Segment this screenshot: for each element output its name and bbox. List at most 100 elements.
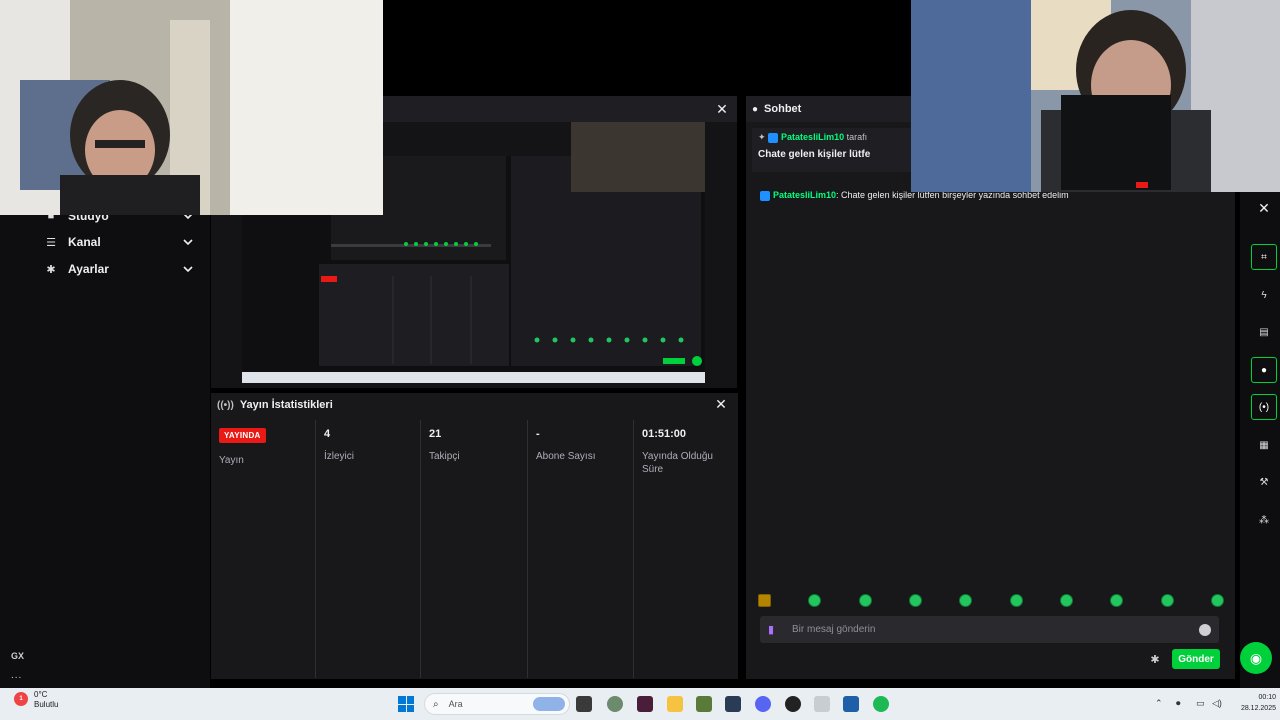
app-icon[interactable]	[843, 696, 859, 712]
app-icon[interactable]	[637, 696, 653, 712]
stats-toggle-icon[interactable]: (•)	[1251, 394, 1277, 420]
search-placeholder: Ara	[448, 699, 463, 709]
search-highlight-icon	[533, 697, 565, 711]
broadcast-icon: ((•))	[217, 399, 234, 411]
chat-message-input[interactable]: ▮ Bir mesaj gönderin	[760, 616, 1219, 643]
emote-icon[interactable]	[858, 593, 872, 607]
pinned-user[interactable]: PatatesliLim10	[781, 132, 844, 142]
stat-value: 4	[324, 428, 331, 440]
stat-subscribers: - Abone Sayısı	[528, 420, 634, 678]
emote-icon[interactable]	[1110, 593, 1124, 607]
weather-desc: Bulutlu	[34, 700, 59, 709]
sidebar-item-channel[interactable]: ☰ Kanal	[44, 231, 194, 253]
list-icon: ☰	[46, 236, 56, 249]
clock-time: 00:10	[1258, 694, 1276, 701]
emote-icon[interactable]	[1160, 593, 1174, 607]
emote-icon[interactable]	[1210, 593, 1224, 607]
chat-settings-icon[interactable]: ✱	[1149, 654, 1161, 666]
stat-value: 21	[429, 428, 442, 440]
webcam-image	[911, 0, 1280, 192]
pinned-text: Chate gelen kişiler lütfe	[758, 149, 871, 160]
microphone-icon[interactable]: ▮	[768, 623, 778, 636]
emote-icon[interactable]	[1059, 593, 1073, 607]
volume-icon[interactable]: ◁)	[1212, 698, 1222, 709]
spotify-icon[interactable]	[873, 696, 889, 712]
weather-temp: 0°C	[34, 690, 48, 699]
webcam-image	[0, 0, 383, 215]
app-icon[interactable]	[814, 696, 830, 712]
chat-input-placeholder: Bir mesaj gönderin	[792, 624, 876, 635]
file-explorer-icon[interactable]	[667, 696, 683, 712]
more-menu-icon[interactable]: ...	[11, 670, 22, 681]
close-icon[interactable]: ✕	[1256, 200, 1272, 216]
share-icon[interactable]: ⁂	[1251, 507, 1277, 533]
emote-icon[interactable]	[1009, 593, 1023, 607]
pinned-message[interactable]: ✦ PatatesliLim10 tarafı Chate gelen kişi…	[752, 128, 911, 172]
chat-title: Sohbet	[764, 103, 802, 115]
document-icon[interactable]: ▤	[1251, 319, 1277, 345]
webcam-overlay-right	[911, 0, 1280, 192]
microphone-icon[interactable]: ⏺	[1176, 698, 1181, 709]
stat-live-status: YAYINDA Yayın	[211, 420, 316, 678]
gift-icon[interactable]	[758, 593, 771, 607]
weather-widget[interactable]: 1 0°C Bulutlu	[14, 690, 74, 718]
search-icon: ⌕	[433, 698, 439, 710]
chat-username[interactable]: PatatesliLim10	[773, 190, 836, 200]
stats-title: Yayın İstatistikleri	[239, 399, 333, 411]
emote-icon[interactable]	[808, 593, 822, 607]
live-badge: YAYINDA	[219, 428, 266, 443]
sidebar-item-settings[interactable]: ✱ Ayarlar	[44, 258, 194, 280]
stat-label: Takipçi	[429, 451, 460, 462]
emote-icon[interactable]	[959, 593, 973, 607]
emote-icon[interactable]	[908, 593, 922, 607]
chat-toggle-icon[interactable]: ●	[1251, 357, 1277, 383]
stat-label: Yayın	[219, 455, 244, 466]
opera-gx-icon[interactable]	[785, 696, 801, 712]
browser-gx-label[interactable]: GX	[11, 651, 24, 661]
gear-icon: ✱	[46, 263, 56, 276]
layout-icon[interactable]: ▦	[1251, 432, 1277, 458]
minecraft-icon[interactable]	[696, 696, 712, 712]
discord-icon[interactable]	[755, 696, 771, 712]
system-clock[interactable]: 00:10 28.12.2025	[1228, 692, 1276, 714]
chat-bubble-icon: ●	[752, 103, 759, 115]
help-button[interactable]: ◉	[1240, 642, 1272, 674]
webcam-overlay-left	[0, 0, 383, 215]
chevron-up-icon[interactable]: ⌃	[1155, 698, 1163, 709]
pinned-suffix: tarafı	[846, 132, 868, 142]
emote-bar	[758, 590, 1224, 610]
stat-uptime: 01:51:00 Yayında Olduğu Süre	[634, 420, 738, 678]
preview-header	[383, 96, 737, 122]
stat-label: Abone Sayısı	[536, 451, 596, 462]
taskbar-search[interactable]: ⌕ Ara	[424, 693, 570, 715]
stat-value: -	[536, 428, 540, 440]
app-icon[interactable]	[725, 696, 741, 712]
stat-label: İzleyici	[324, 451, 355, 462]
send-button[interactable]: Gönder	[1172, 649, 1220, 669]
app-icon[interactable]	[607, 696, 623, 712]
chevron-down-icon	[183, 239, 193, 246]
stat-viewers: 4 İzleyici	[316, 420, 421, 678]
user-badge-icon	[760, 190, 770, 201]
stat-followers: 21 Takipçi	[421, 420, 528, 678]
pin-icon: ✦	[758, 132, 769, 142]
stat-value: 01:51:00	[642, 428, 687, 440]
stats-header: ((•)) Yayın İstatistikleri	[211, 393, 738, 417]
sidebar-item-label: Ayarlar	[68, 262, 109, 276]
chat-header: ● Sohbet	[746, 96, 911, 122]
clock-date: 28.12.2025	[1240, 705, 1276, 712]
windows-start-icon[interactable]	[398, 696, 414, 712]
user-badge-icon	[768, 132, 779, 143]
close-icon[interactable]: ✕	[714, 101, 730, 117]
lightning-icon[interactable]: ϟ	[1251, 282, 1277, 308]
stat-label: Yayında Olduğu Süre	[642, 451, 713, 475]
weather-badge-icon: 1	[14, 692, 28, 706]
emoji-picker-icon[interactable]	[1199, 623, 1211, 636]
close-icon[interactable]: ✕	[713, 396, 729, 412]
chevron-down-icon	[183, 266, 193, 273]
task-view-icon[interactable]	[576, 696, 592, 712]
sidebar-item-label: Kanal	[68, 235, 101, 249]
network-icon[interactable]: ▭	[1196, 698, 1205, 709]
wrench-icon[interactable]: ⚒	[1251, 469, 1277, 495]
preview-toggle-icon[interactable]: ⌗	[1251, 244, 1277, 270]
